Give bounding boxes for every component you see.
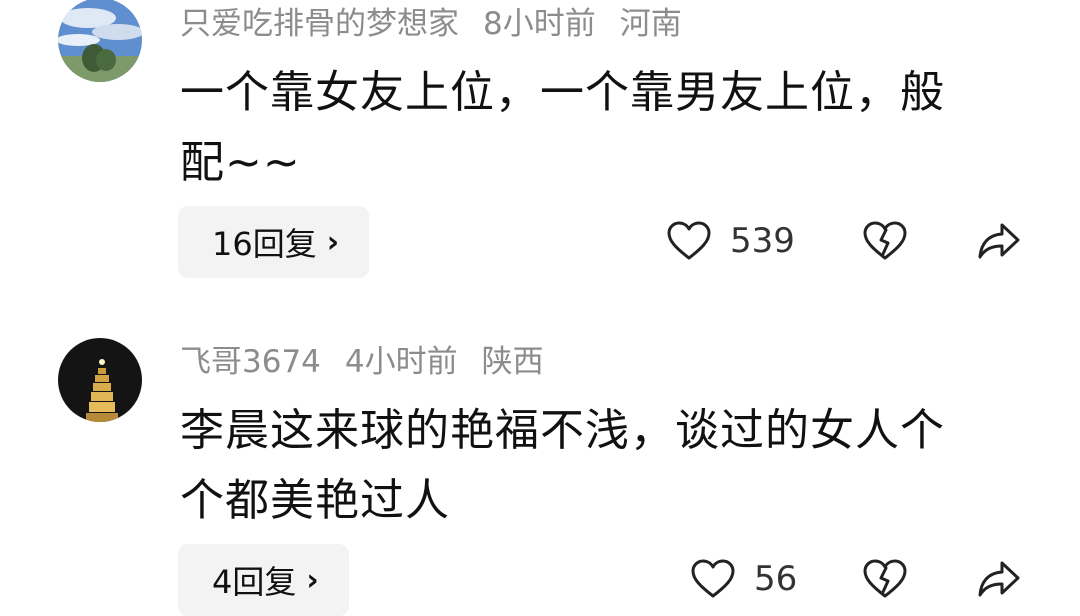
- comment-text: 一个靠女友上位，一个靠男友上位，般 配~~: [180, 58, 1020, 198]
- heart-icon: [691, 559, 735, 598]
- broken-heart-icon: [863, 221, 907, 260]
- share-icon: [978, 223, 1020, 259]
- dislike-button[interactable]: [862, 558, 908, 600]
- avatar[interactable]: [58, 0, 142, 82]
- like-button[interactable]: 539: [666, 220, 795, 262]
- sky-landscape-avatar-icon: [58, 0, 142, 82]
- chevron-right-icon: ›: [326, 224, 340, 260]
- comment-text-line: 李晨这来球的艳福不浅，谈过的女人个: [180, 405, 945, 456]
- location: 河南: [619, 6, 682, 42]
- username[interactable]: 飞哥3674: [180, 344, 321, 380]
- comment-text-line: 一个靠女友上位，一个靠男友上位，般: [180, 67, 945, 118]
- broken-heart-icon: [863, 559, 907, 598]
- avatar[interactable]: [58, 338, 142, 422]
- chevron-right-icon: ›: [306, 562, 319, 598]
- replies-button[interactable]: 4回复 ›: [178, 544, 349, 616]
- username[interactable]: 只爱吃排骨的梦想家: [180, 6, 459, 42]
- comment-text-line: 个都美艳过人: [180, 475, 450, 526]
- pagoda-night-avatar-icon: [58, 338, 142, 422]
- replies-label: 16回复: [212, 225, 317, 263]
- like-count: 56: [754, 559, 798, 599]
- comment-text: 李晨这来球的艳福不浅，谈过的女人个 个都美艳过人: [180, 396, 1020, 536]
- share-button[interactable]: [976, 558, 1022, 600]
- comment-text-line: 配~~: [180, 137, 301, 188]
- dislike-button[interactable]: [862, 220, 908, 262]
- share-button[interactable]: [976, 220, 1022, 262]
- heart-icon: [667, 221, 711, 260]
- location: 陕西: [481, 344, 544, 380]
- replies-label: 4回复: [212, 563, 297, 601]
- comment-meta: 飞哥3674 4小时前 陕西: [180, 342, 568, 382]
- comment-meta: 只爱吃排骨的梦想家 8小时前 河南: [180, 4, 706, 44]
- timestamp: 8小时前: [483, 6, 596, 42]
- like-button[interactable]: 56: [690, 558, 797, 600]
- timestamp: 4小时前: [344, 344, 458, 380]
- replies-button[interactable]: 16回复 ›: [178, 206, 370, 278]
- share-icon: [978, 561, 1020, 597]
- like-count: 539: [730, 221, 795, 261]
